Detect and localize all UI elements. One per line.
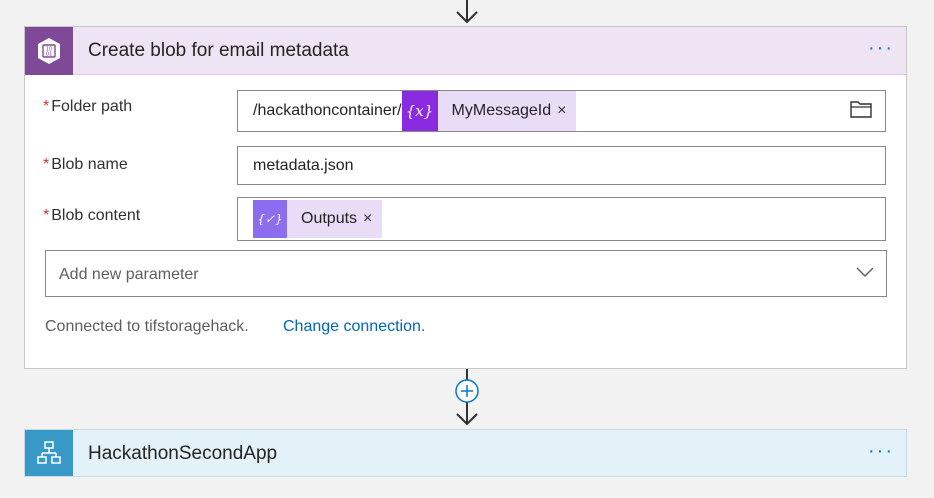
blob-name-label: * Blob name <box>43 156 128 173</box>
blob-content-label: * Blob content <box>43 207 141 224</box>
down-arrow-icon <box>456 0 478 24</box>
folder-icon[interactable] <box>849 99 873 119</box>
action-title: Create blob for email metadata <box>88 40 349 61</box>
action-header[interactable]: 10 01 Create blob for email metadata ··· <box>25 27 906 75</box>
folder-path-label: * Folder path <box>43 98 133 115</box>
more-options-button[interactable]: ··· <box>868 440 894 463</box>
change-connection-link[interactable]: Change connection. <box>283 318 425 336</box>
add-new-parameter-dropdown[interactable]: Add new parameter <box>45 250 887 297</box>
folder-path-field[interactable]: /hackathoncontainer/ {x} MyMessageId × <box>237 90 886 132</box>
more-options-button[interactable]: ··· <box>868 37 894 60</box>
blob-storage-icon: 10 01 <box>25 27 73 75</box>
token-outputs[interactable]: {✓} Outputs × <box>253 200 383 238</box>
plus-circle-icon[interactable] <box>455 379 479 403</box>
create-blob-action-card: 10 01 Create blob for email metadata ···… <box>24 26 907 369</box>
blob-name-field[interactable]: metadata.json <box>237 146 886 185</box>
svg-text:01: 01 <box>46 52 52 58</box>
hackathon-second-app-card[interactable]: HackathonSecondApp ··· <box>24 429 907 477</box>
token-label: Outputs <box>301 210 358 227</box>
action-title: HackathonSecondApp <box>88 443 278 464</box>
remove-token-button[interactable]: × <box>557 102 576 120</box>
workflow-icon <box>25 430 73 476</box>
blob-name-value: metadata.json <box>253 156 354 174</box>
chevron-down-icon <box>856 267 874 277</box>
variable-icon: {x} <box>401 91 438 131</box>
add-parameter-placeholder: Add new parameter <box>59 266 199 283</box>
token-mymessageid[interactable]: {x} MyMessageId × <box>401 91 577 131</box>
connector-arrow <box>455 369 479 426</box>
remove-token-button[interactable]: × <box>363 210 382 228</box>
compose-icon: {✓} <box>253 200 287 238</box>
folder-path-prefix: /hackathoncontainer/ <box>253 102 402 119</box>
token-label: MyMessageId <box>451 102 552 119</box>
blob-content-field[interactable]: {✓} Outputs × <box>237 197 886 241</box>
connection-status-text: Connected to tifstoragehack. <box>45 318 249 335</box>
